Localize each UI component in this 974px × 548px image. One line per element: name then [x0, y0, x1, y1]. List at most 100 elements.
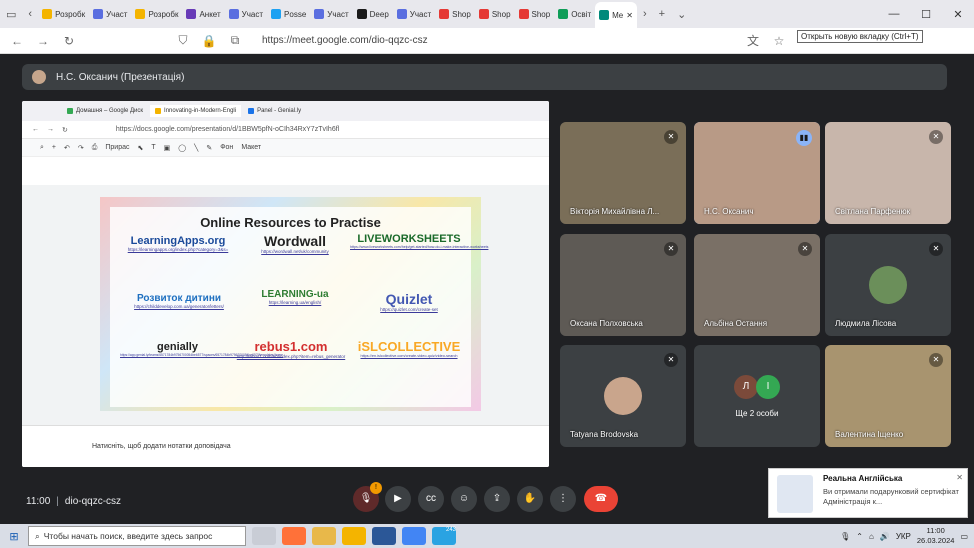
- tab-favicon: [599, 10, 610, 20]
- media-player-icon[interactable]: [312, 527, 336, 545]
- clock-date: 26.03.2024: [916, 536, 955, 545]
- network-icon[interactable]: ⌂: [869, 532, 874, 541]
- resource-logo: genially: [157, 341, 198, 353]
- volume-icon[interactable]: 🔊: [880, 532, 890, 541]
- notification-toast[interactable]: Реальна Англійська Ви отримали подарунко…: [768, 468, 968, 518]
- tab-scroll-left-icon[interactable]: ‹: [22, 8, 38, 20]
- resource-link: https://en.islcollective.com/create-vide…: [360, 354, 458, 358]
- resource-item: LIVEWORKSHEETS https://www.liveworksheet…: [350, 233, 488, 249]
- windows-start-icon[interactable]: ⊞: [0, 530, 28, 543]
- url-field[interactable]: https://meet.google.com/dio-qqzc-csz: [262, 35, 428, 46]
- microphone-tray-icon[interactable]: 🎙: [840, 532, 850, 541]
- close-tab-icon[interactable]: ✕: [626, 11, 633, 20]
- slides-toolbar: ⌕ + ↶ ↷ ⎙ Прирас ⬉ T ▣ ◯ ╲ ✎ Фон Макет: [22, 139, 549, 157]
- tab-overview-icon[interactable]: ▭: [0, 8, 22, 21]
- back-icon[interactable]: ←: [8, 34, 26, 48]
- minimize-icon[interactable]: —: [878, 8, 910, 20]
- participant-name: Оксана Полховська: [570, 319, 643, 328]
- more-options-button[interactable]: ⋮: [550, 486, 576, 512]
- file-explorer-icon[interactable]: [342, 527, 366, 545]
- genially-icon: [248, 108, 255, 114]
- avatar: [604, 377, 642, 415]
- shield-icon[interactable]: ⛉: [174, 33, 192, 48]
- language-indicator[interactable]: УКР: [896, 532, 911, 541]
- participant-tile[interactable]: ✕ Валентина Іщенко: [825, 345, 951, 447]
- participant-name: Tatyana Brodovska: [570, 430, 639, 439]
- participant-tile[interactable]: ✕ Альбіна Остання: [694, 234, 820, 336]
- tab-favicon: [228, 9, 239, 19]
- clock[interactable]: 11:00 26.03.2024: [917, 526, 955, 546]
- participant-tile[interactable]: ✕ Tatyana Brodovska: [560, 345, 686, 447]
- meeting-separator: |: [56, 495, 59, 507]
- meet-stage: Н.С. Оксанич (Презентація) Домашня – Goo…: [10, 54, 964, 524]
- emoji-button[interactable]: ☺: [451, 486, 477, 512]
- mic-toggle-button[interactable]: 🎙!: [353, 482, 382, 512]
- browser-tab[interactable]: Освіт: [554, 3, 595, 25]
- browser-tab[interactable]: Shop: [515, 3, 555, 25]
- participant-tile[interactable]: ✕ Вікторія Михайлівна Л...: [560, 122, 686, 224]
- participant-name: Світлана Парфенюк: [835, 207, 911, 216]
- telegram-icon[interactable]: 243: [432, 527, 456, 545]
- resource-item: LEARNING-ua https://learning.ua/english/: [240, 289, 350, 305]
- participant-tile[interactable]: ✕ Людмила Лісова: [825, 234, 951, 336]
- browser-tab[interactable]: Участ: [393, 3, 435, 25]
- browser-tab[interactable]: Posse: [267, 3, 310, 25]
- captions-button[interactable]: cc: [418, 486, 444, 512]
- browser-tab[interactable]: Анкет: [182, 3, 224, 25]
- browser-tab-active[interactable]: Me ✕: [595, 2, 637, 28]
- permissions-icon[interactable]: ⧉: [226, 33, 244, 48]
- reload-icon[interactable]: ↻: [60, 34, 78, 48]
- comment-icon: ✎: [206, 144, 213, 152]
- mic-off-icon: ✕: [929, 353, 943, 367]
- mic-off-icon: ✕: [929, 130, 943, 144]
- shared-url: https://docs.google.com/presentation/d/1…: [115, 126, 340, 133]
- search-icon: ⌕: [40, 143, 44, 151]
- bookmark-star-icon[interactable]: ☆: [770, 34, 788, 48]
- layout-button: Макет: [241, 144, 262, 151]
- close-window-icon[interactable]: ✕: [942, 8, 974, 21]
- taskbar-search[interactable]: ⌕ Чтобы начать поиск, введите здесь запр…: [28, 526, 246, 546]
- tab-scroll-right-icon[interactable]: ›: [637, 8, 653, 20]
- browser-tab[interactable]: Участ: [310, 3, 352, 25]
- browser-tab[interactable]: Розробк: [38, 3, 89, 25]
- browser-tab[interactable]: Deep: [353, 3, 393, 25]
- new-tab-button[interactable]: +: [653, 8, 671, 20]
- taskbar: ⊞ ⌕ Чтобы начать поиск, введите здесь за…: [0, 524, 974, 548]
- more-participants-tile[interactable]: Л І Ще 2 особи: [694, 345, 820, 447]
- resource-item: iSLCOLLECTIVE https://en.islcollective.c…: [350, 339, 468, 358]
- tab-favicon: [186, 9, 197, 19]
- resource-link: https://quizlet.com/create-set: [380, 307, 438, 312]
- camera-toggle-button[interactable]: ▶: [385, 486, 411, 512]
- select-icon: ⬉: [137, 144, 144, 152]
- participant-tile[interactable]: ✕ Оксана Полховська: [560, 234, 686, 336]
- maximize-icon[interactable]: ☐: [910, 8, 942, 21]
- avatar: [32, 70, 46, 84]
- forward-icon[interactable]: →: [34, 34, 52, 48]
- close-notification-icon[interactable]: ✕: [956, 473, 963, 482]
- leave-call-button[interactable]: ☎: [584, 486, 618, 512]
- shared-tab: Panel - Genial.ly: [243, 105, 306, 117]
- task-view-icon[interactable]: [252, 527, 276, 545]
- tab-favicon: [558, 9, 569, 19]
- translate-icon[interactable]: 文: [744, 32, 762, 49]
- print-icon: ⎙: [91, 143, 98, 151]
- word-icon[interactable]: [372, 527, 396, 545]
- notifications-icon[interactable]: ▭: [960, 532, 968, 541]
- lock-icon[interactable]: 🔒: [200, 34, 218, 48]
- firefox-icon[interactable]: [282, 527, 306, 545]
- raise-hand-button[interactable]: ✋: [517, 486, 543, 512]
- browser-tab[interactable]: Shop: [435, 3, 475, 25]
- resource-link: http://rebus1.com/en/index.php?item=rebu…: [236, 354, 346, 359]
- tab-list-icon[interactable]: ⌄: [671, 8, 692, 21]
- participant-tile-speaking[interactable]: ▮▮ Н.С. Оксанич: [694, 122, 820, 224]
- browser-tab[interactable]: Участ: [225, 3, 267, 25]
- back-icon: ←: [32, 126, 39, 133]
- up-arrow-icon[interactable]: ⌃: [856, 532, 863, 541]
- browser-tab[interactable]: Shop: [475, 3, 515, 25]
- mic-off-icon: ✕: [664, 242, 678, 256]
- browser-tab[interactable]: Розробк: [131, 3, 182, 25]
- browser-tab[interactable]: Участ: [89, 3, 131, 25]
- chrome-icon[interactable]: [402, 527, 426, 545]
- participant-tile[interactable]: ✕ Світлана Парфенюк: [825, 122, 951, 224]
- present-screen-button[interactable]: ⇪: [484, 486, 510, 512]
